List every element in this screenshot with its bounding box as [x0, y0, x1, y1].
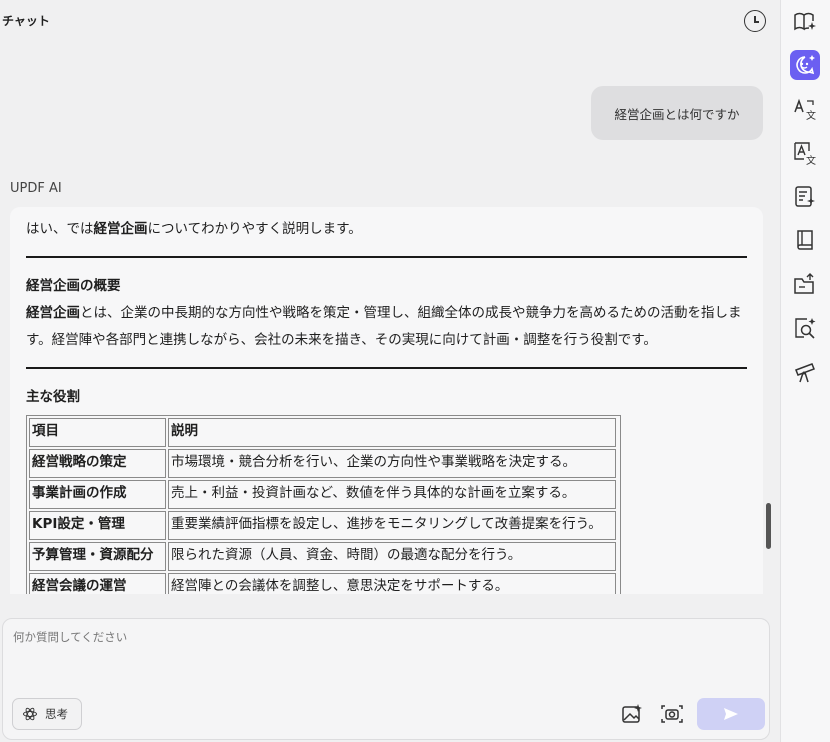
intro-text-post: についてわかりやすく説明します。: [147, 221, 362, 237]
ai-name-label: UPDF AI: [10, 181, 62, 196]
ai-response-card: はい、では経営企画についてわかりやすく説明します。 経営企画の概要 経営企画とは…: [10, 207, 763, 594]
scrollbar-thumb[interactable]: [766, 503, 771, 549]
think-button[interactable]: 思考: [12, 698, 82, 730]
page-title: チャット: [2, 14, 50, 28]
book-icon[interactable]: [790, 226, 820, 256]
table-cell: 経営戦略の策定: [29, 449, 166, 478]
table-cell: KPI設定・管理: [29, 511, 166, 540]
chat-input-placeholder[interactable]: 何か質問してください: [13, 629, 127, 645]
ai-intro: はい、では経営企画についてわかりやすく説明します。: [26, 219, 747, 239]
table-header-cell: 説明: [168, 418, 616, 447]
ai-chat-icon[interactable]: [790, 50, 820, 80]
translate-icon[interactable]: 文: [790, 94, 820, 124]
table-row: 事業計画の作成 売上・利益・投資計画など、数値を伴う具体的な計画を立案する。: [28, 479, 619, 510]
table-cell: 限られた資源（人員、資金、時間）の最適な配分を行う。: [168, 542, 616, 571]
overview-text: とは、企業の中長期的な方向性や戦略を策定・管理し、組織全体の成長や競争力を高める…: [26, 305, 742, 348]
right-sidebar: 文 文: [780, 0, 830, 742]
section-heading-overview: 経営企画の概要: [26, 278, 121, 294]
send-button[interactable]: [697, 698, 765, 730]
translate-box-icon[interactable]: 文: [790, 138, 820, 168]
table-cell: 経営会議の運営: [29, 573, 166, 594]
table-cell: 市場環境・競合分析を行い、企業の方向性や事業戦略を決定する。: [168, 449, 616, 478]
folder-upload-icon[interactable]: [790, 270, 820, 300]
roles-table: 項目 説明 経営戦略の策定 市場環境・競合分析を行い、企業の方向性や事業戦略を決…: [26, 415, 621, 594]
section-heading-roles: 主な役割: [26, 389, 80, 405]
overview-bold: 経営企画: [26, 305, 80, 321]
image-sparkle-icon[interactable]: [621, 703, 643, 725]
think-button-label: 思考: [45, 707, 68, 721]
svg-text:文: 文: [806, 154, 816, 165]
table-cell: 経営陣との会議体を調整し、意思決定をサポートする。: [168, 573, 616, 594]
table-header-cell: 項目: [29, 418, 166, 447]
chat-panel: チャット 経営企画とは何ですか UPDF AI はい、では経営企画についてわかり…: [0, 0, 780, 742]
table-row: KPI設定・管理 重要業績評価指標を設定し、進捗をモニタリングして改善提案を行う…: [28, 510, 619, 541]
intro-text-bold: 経営企画: [93, 221, 148, 237]
document-sparkle-icon[interactable]: [790, 182, 820, 212]
screenshot-icon[interactable]: [660, 703, 684, 725]
table-row: 予算管理・資源配分 限られた資源（人員、資金、時間）の最適な配分を行う。: [28, 541, 619, 572]
table-header-row: 項目 説明: [28, 417, 619, 448]
svg-text:文: 文: [806, 109, 816, 121]
divider: [26, 367, 747, 369]
table-cell: 重要業績評価指標を設定し、進捗をモニタリングして改善提案を行う。: [168, 511, 616, 540]
overview-paragraph: 経営企画とは、企業の中長期的な方向性や戦略を策定・管理し、組織全体の成長や競争力…: [26, 300, 747, 354]
divider: [26, 256, 747, 258]
table-row: 経営戦略の策定 市場環境・競合分析を行い、企業の方向性や事業戦略を決定する。: [28, 448, 619, 479]
table-cell: 予算管理・資源配分: [29, 542, 166, 571]
telescope-icon[interactable]: [790, 358, 820, 388]
history-icon[interactable]: [744, 10, 766, 32]
table-cell: 事業計画の作成: [29, 480, 166, 509]
intro-text-pre: はい、では: [26, 221, 94, 237]
user-message-text: 経営企画とは何ですか: [614, 106, 740, 122]
atom-icon: [23, 706, 37, 722]
table-row: 経営会議の運営 経営陣との会議体を調整し、意思決定をサポートする。: [28, 572, 619, 594]
table-cell: 売上・利益・投資計画など、数値を伴う具体的な計画を立案する。: [168, 480, 616, 509]
search-sparkle-icon[interactable]: [790, 314, 820, 344]
user-message-bubble: 経営企画とは何ですか: [591, 86, 763, 140]
book-sparkle-icon[interactable]: [790, 6, 820, 36]
send-icon: [724, 708, 738, 720]
chat-input-box[interactable]: 何か質問してください 思考: [2, 618, 770, 740]
